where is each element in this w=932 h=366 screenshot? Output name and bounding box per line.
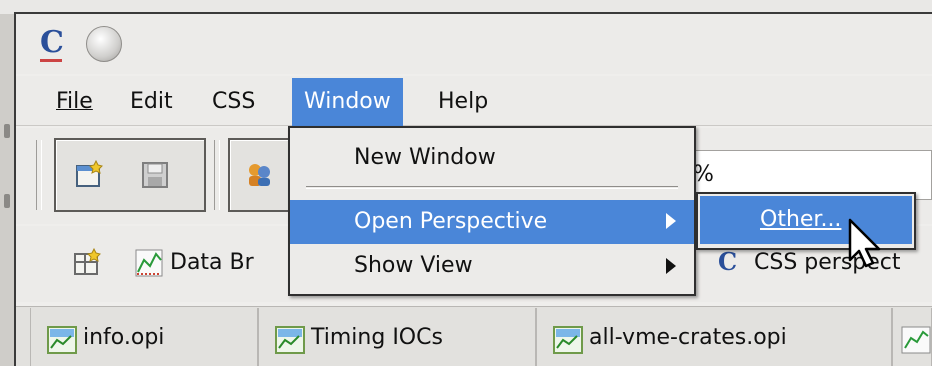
editor-tab-label: info.opi	[83, 325, 165, 350]
opi-file-icon	[47, 326, 77, 354]
menu-separator	[306, 186, 678, 189]
background-window-edge	[0, 14, 14, 366]
menu-css[interactable]: CSS	[200, 78, 267, 126]
editor-tab[interactable]: all-vme-crates.opi	[536, 308, 892, 366]
opi-file-icon	[553, 326, 583, 354]
toolbar-separator	[214, 140, 220, 210]
data-browser-perspective[interactable]: Data Br	[130, 246, 290, 280]
open-perspective-icon[interactable]	[72, 248, 102, 278]
data-browser-label: Data Br	[170, 250, 254, 275]
menu-window[interactable]: Window	[292, 78, 403, 126]
menu-item-label: Other...	[760, 207, 842, 232]
background-window-mark	[4, 194, 10, 208]
data-browser-icon	[901, 326, 931, 354]
menu-file[interactable]: File	[44, 78, 105, 126]
window-state-button[interactable]	[86, 26, 122, 62]
editor-tab[interactable]: Timing IOCs	[258, 308, 536, 366]
new-window-icon[interactable]	[74, 160, 104, 190]
menu-edit-label: Edit	[130, 89, 173, 114]
submenu-arrow-icon	[666, 213, 676, 229]
mouse-pointer-icon	[848, 218, 881, 268]
team-tool-group	[228, 138, 292, 212]
toolbar-separator	[36, 140, 42, 210]
save-icon[interactable]	[140, 160, 170, 190]
css-perspective[interactable]: C CSS perspect	[714, 246, 932, 280]
css-perspective-icon: C	[718, 247, 738, 276]
menu-window-label: Window	[304, 89, 391, 114]
menu-item-label: Show View	[354, 253, 473, 278]
menu-edit[interactable]: Edit	[118, 78, 185, 126]
team-icon[interactable]	[244, 160, 274, 190]
editor-tab[interactable]	[892, 308, 932, 366]
background-window-mark	[4, 124, 10, 138]
editor-tab-label: Timing IOCs	[311, 325, 443, 350]
menu-help[interactable]: Help	[426, 78, 500, 126]
editor-tab-label: all-vme-crates.opi	[589, 325, 787, 350]
submenu-arrow-icon	[666, 258, 676, 274]
data-browser-icon	[135, 249, 163, 277]
path-field-text: %	[693, 162, 714, 187]
menu-item-show-view[interactable]: Show View	[290, 244, 694, 288]
menu-item-new-window[interactable]: New Window	[290, 136, 694, 180]
title-bar	[16, 14, 932, 74]
menu-help-label: Help	[438, 89, 489, 114]
app-logo-icon: C	[32, 26, 72, 64]
editor-tab[interactable]: info.opi	[30, 308, 258, 366]
menu-file-label: File	[56, 89, 93, 114]
menu-item-label: New Window	[354, 145, 496, 170]
menu-item-open-perspective[interactable]: Open Perspective	[290, 200, 694, 244]
opi-file-icon	[275, 326, 305, 354]
file-tool-group	[54, 138, 206, 212]
menu-css-label: CSS	[212, 89, 256, 114]
menu-item-label: Open Perspective	[354, 209, 548, 234]
